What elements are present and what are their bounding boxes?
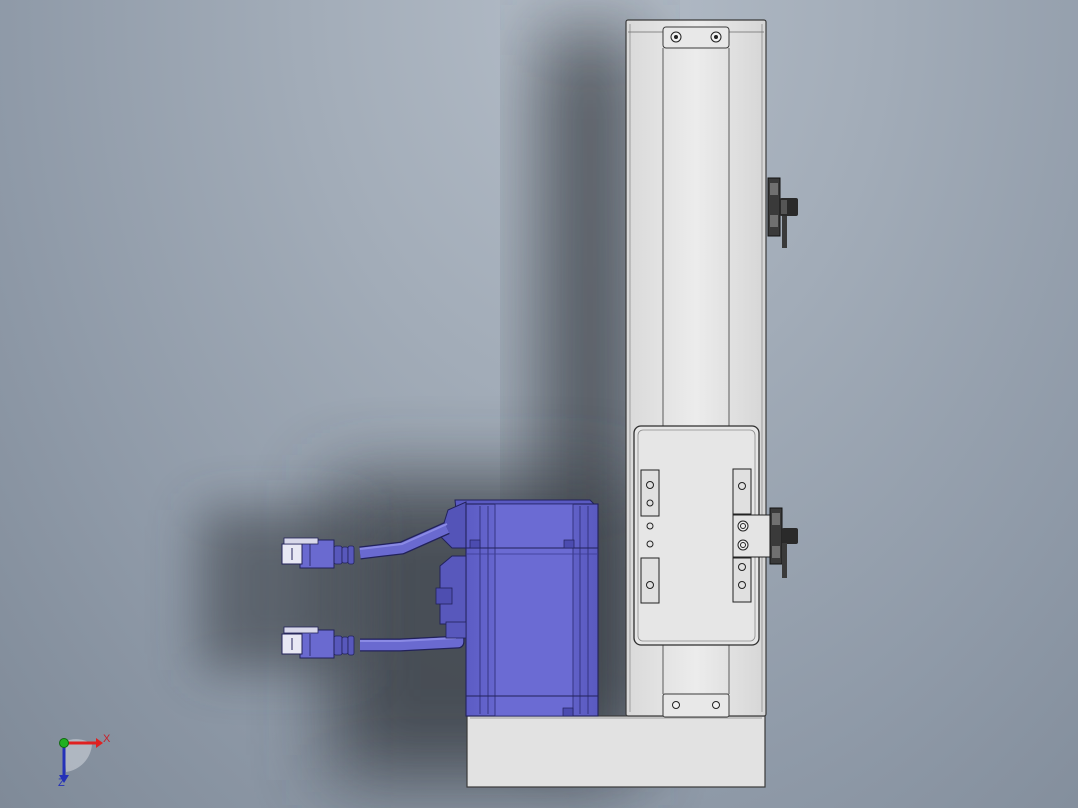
- y-axis-dot-icon: [59, 738, 69, 748]
- top-end-cap[interactable]: [662, 26, 730, 49]
- bottom-end-cap[interactable]: [662, 693, 730, 718]
- x-axis-arrow-icon: [96, 738, 103, 748]
- power-connector[interactable]: [281, 626, 335, 659]
- base-plate[interactable]: [466, 715, 766, 788]
- cad-graphics-viewport[interactable]: X Z: [0, 0, 1078, 808]
- encoder-connector[interactable]: [281, 537, 335, 569]
- upper-sensor-bracket[interactable]: [767, 177, 798, 248]
- z-axis-label: Z: [58, 777, 65, 789]
- model-view[interactable]: [0, 0, 1078, 808]
- x-axis-label: X: [103, 733, 111, 745]
- reference-triad: [59, 738, 103, 783]
